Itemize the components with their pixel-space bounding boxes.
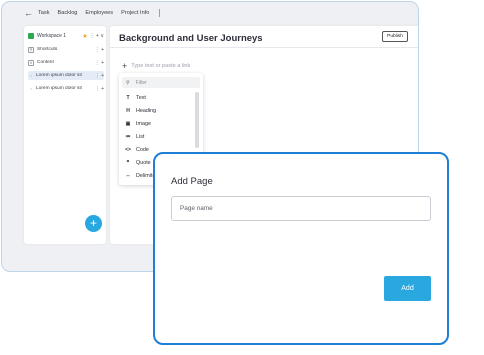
menu-item-label: List xyxy=(136,133,145,140)
expand-arrow-icon[interactable]: › xyxy=(28,86,34,91)
publish-button[interactable]: Publish xyxy=(382,31,408,42)
nav-backlog[interactable]: Backlog xyxy=(58,10,78,16)
menu-item-text[interactable]: T Text xyxy=(124,92,192,103)
back-arrow-icon[interactable]: ← xyxy=(24,8,38,18)
menu-item-label: Quote xyxy=(136,159,151,166)
sidebar-item-tools[interactable]: ⋮ + xyxy=(95,86,104,92)
nav-task[interactable]: Task xyxy=(38,10,50,16)
search-icon: ⚲ xyxy=(126,79,130,86)
expand-arrow-icon[interactable]: › xyxy=(28,73,34,78)
sidebar-item-label: Shortcuts xyxy=(37,47,58,52)
add-page-dialog: Add Page Add xyxy=(153,152,449,345)
divider xyxy=(110,47,418,48)
sidebar-item-shortcuts[interactable]: ⚲ Shortcuts ⋮ + xyxy=(28,45,104,54)
shortcuts-icon: ⚲ xyxy=(28,46,34,53)
filter-placeholder: Filter xyxy=(135,79,147,86)
document-title: Background and User Journeys xyxy=(119,33,263,44)
star-icon[interactable]: ★ xyxy=(82,33,87,40)
delimiter-icon: -- xyxy=(126,172,130,179)
block-input-placeholder: Type text or paste a link xyxy=(131,63,191,69)
heading-icon: H xyxy=(126,107,130,114)
nav-divider xyxy=(159,9,161,17)
top-navigation: ← Task Backlog Employees Project Info xyxy=(2,2,418,24)
sidebar-item-tools[interactable]: ⋮ + xyxy=(95,73,104,79)
add-page-fab[interactable]: + xyxy=(85,215,102,232)
menu-item-label: Heading xyxy=(136,107,157,114)
block-input[interactable]: + Type text or paste a link xyxy=(122,61,190,71)
plus-icon[interactable]: + xyxy=(122,61,127,71)
sidebar-item-page-2[interactable]: › Lorem ipsum dolor sit ⋮ + xyxy=(28,84,104,93)
menu-item-heading[interactable]: H Heading xyxy=(124,105,192,116)
stage: ← Task Backlog Employees Project Info Wo… xyxy=(0,0,484,355)
workspace-name: Workspace 1 xyxy=(37,33,67,39)
sidebar-item-content[interactable]: ∨ Content ⋮ + xyxy=(28,58,104,67)
menu-scrollbar[interactable] xyxy=(195,92,199,148)
menu-item-list[interactable]: ≔ List xyxy=(124,131,192,142)
workspace-selector[interactable]: Workspace 1 ★ ⋮ + ∨ xyxy=(28,31,104,41)
text-icon: T xyxy=(126,94,130,101)
page-name-input[interactable] xyxy=(171,196,431,221)
menu-item-label: Text xyxy=(136,94,146,101)
sidebar: Workspace 1 ★ ⋮ + ∨ ⚲ Shortcuts ⋮ + ∨ Co… xyxy=(24,26,106,244)
sidebar-item-tools[interactable]: ⋮ + xyxy=(95,47,104,53)
filter-input[interactable]: ⚲ Filter xyxy=(122,77,200,88)
image-icon: ▣ xyxy=(125,120,131,127)
menu-item-label: Code xyxy=(136,146,149,153)
menu-item-image[interactable]: ▣ Image xyxy=(124,118,192,129)
add-button[interactable]: Add xyxy=(384,276,431,301)
nav-project-info[interactable]: Project Info xyxy=(121,10,149,16)
dialog-title: Add Page xyxy=(171,176,213,187)
nav-employees[interactable]: Employees xyxy=(85,10,113,16)
sidebar-item-label: Lorem ipsum dolor sit xyxy=(36,73,82,78)
collapse-icon[interactable]: ∨ xyxy=(28,59,34,66)
workspace-logo-icon xyxy=(28,33,34,39)
list-icon: ≔ xyxy=(125,133,131,140)
sidebar-item-label: Content xyxy=(37,60,54,65)
workspace-tools[interactable]: ⋮ + ∨ xyxy=(90,33,104,39)
menu-item-label: Image xyxy=(136,120,151,127)
sidebar-item-label: Lorem ipsum dolor sit xyxy=(36,86,82,91)
quote-icon: ❞ xyxy=(126,159,130,166)
sidebar-item-page-1[interactable]: › Lorem ipsum dolor sit ⋮ + xyxy=(28,71,104,80)
code-icon: <> xyxy=(125,146,131,153)
sidebar-item-tools[interactable]: ⋮ + xyxy=(95,60,104,66)
